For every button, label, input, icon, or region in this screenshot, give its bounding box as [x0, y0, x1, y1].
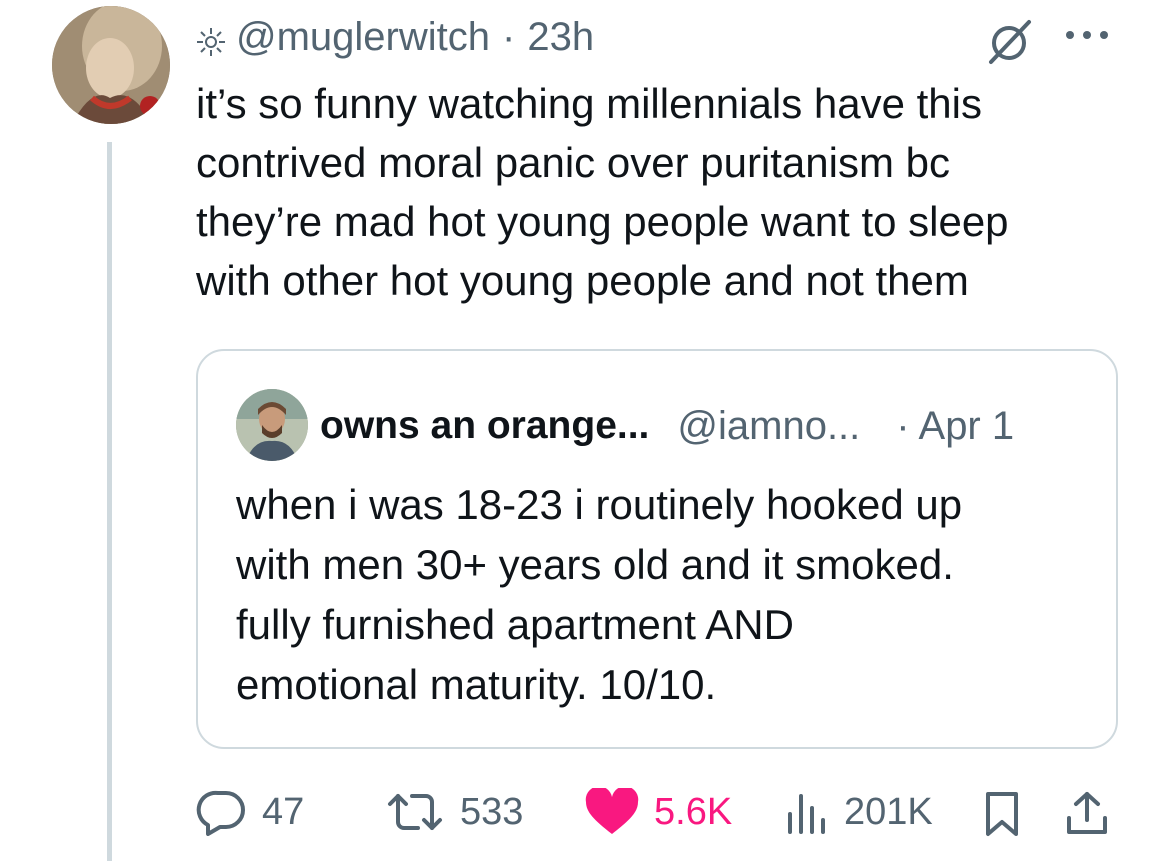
quoted-tweet[interactable]: owns an orange... @iamno... · Apr 1 when… — [196, 349, 1118, 749]
action-bar: 47 533 5.6K 201K — [0, 780, 1170, 850]
quoted-author-name[interactable]: owns an orange... — [320, 404, 649, 448]
repost-button[interactable]: 533 — [384, 788, 523, 836]
avatar[interactable] — [52, 6, 170, 124]
bookmark-button[interactable] — [980, 790, 1024, 843]
quoted-author-handle[interactable]: @iamno... — [677, 404, 860, 449]
separator-dot: · — [502, 14, 516, 59]
share-button[interactable] — [1064, 790, 1110, 843]
view-count: 201K — [844, 790, 933, 833]
reply-button[interactable]: 47 — [196, 788, 304, 836]
more-icon[interactable] — [1062, 20, 1112, 50]
heart-icon — [585, 788, 639, 834]
quoted-header: owns an orange... @iamno... · Apr 1 — [320, 399, 1014, 453]
author-handle[interactable]: @muglerwitch — [236, 15, 490, 60]
quoted-text: when i was 18-23 i routinely hooked up w… — [236, 481, 963, 708]
tweet-header: @muglerwitch · 23h — [196, 10, 594, 64]
like-button[interactable]: 5.6K — [584, 788, 732, 836]
quoted-date[interactable]: · Apr 1 — [896, 404, 1014, 449]
reply-icon — [196, 790, 245, 836]
repost-icon — [388, 794, 442, 830]
avatar-image — [52, 6, 170, 124]
sun-icon — [196, 22, 226, 56]
tweet-time[interactable]: 23h — [527, 15, 594, 60]
like-count: 5.6K — [654, 790, 733, 833]
reply-count: 47 — [262, 790, 305, 833]
views-icon — [788, 794, 825, 834]
share-icon — [1067, 792, 1107, 834]
thread-line — [107, 142, 112, 861]
repost-count: 533 — [460, 790, 524, 833]
quoted-avatar-image — [236, 389, 308, 461]
quoted-avatar[interactable] — [236, 389, 308, 461]
views-button[interactable]: 201K — [784, 788, 933, 836]
grok-icon[interactable] — [985, 16, 1035, 66]
tweet-text: it’s so funny watching millennials have … — [196, 80, 1009, 304]
bookmark-icon — [986, 792, 1018, 836]
